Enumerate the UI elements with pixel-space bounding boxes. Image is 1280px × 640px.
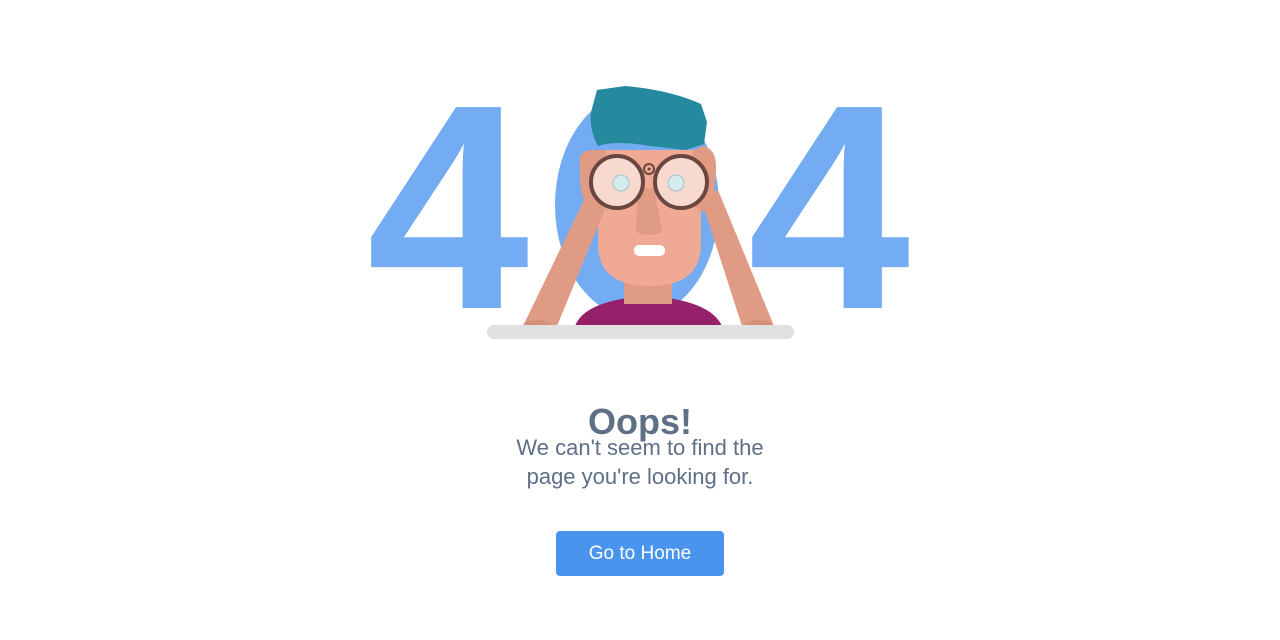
digit-left-four: 4 [367, 44, 531, 360]
digit-right-four: 4 [748, 44, 912, 360]
ledge [487, 325, 794, 339]
left-pupil [612, 174, 630, 192]
error-message-line-1: We can't seem to find the [516, 435, 764, 460]
error-message: We can't seem to find the page you're lo… [490, 433, 790, 491]
not-found-page: 4 4 Oops! We can't seem to find the page… [0, 0, 1280, 640]
hair [590, 86, 707, 150]
mouth [634, 245, 665, 256]
error-message-line-2: page you're looking for. [526, 464, 754, 489]
go-to-home-button[interactable]: Go to Home [556, 531, 724, 576]
error-404-illustration: 4 4 [367, 44, 912, 360]
right-pupil [667, 174, 685, 192]
binocular-knob-center [647, 167, 651, 171]
